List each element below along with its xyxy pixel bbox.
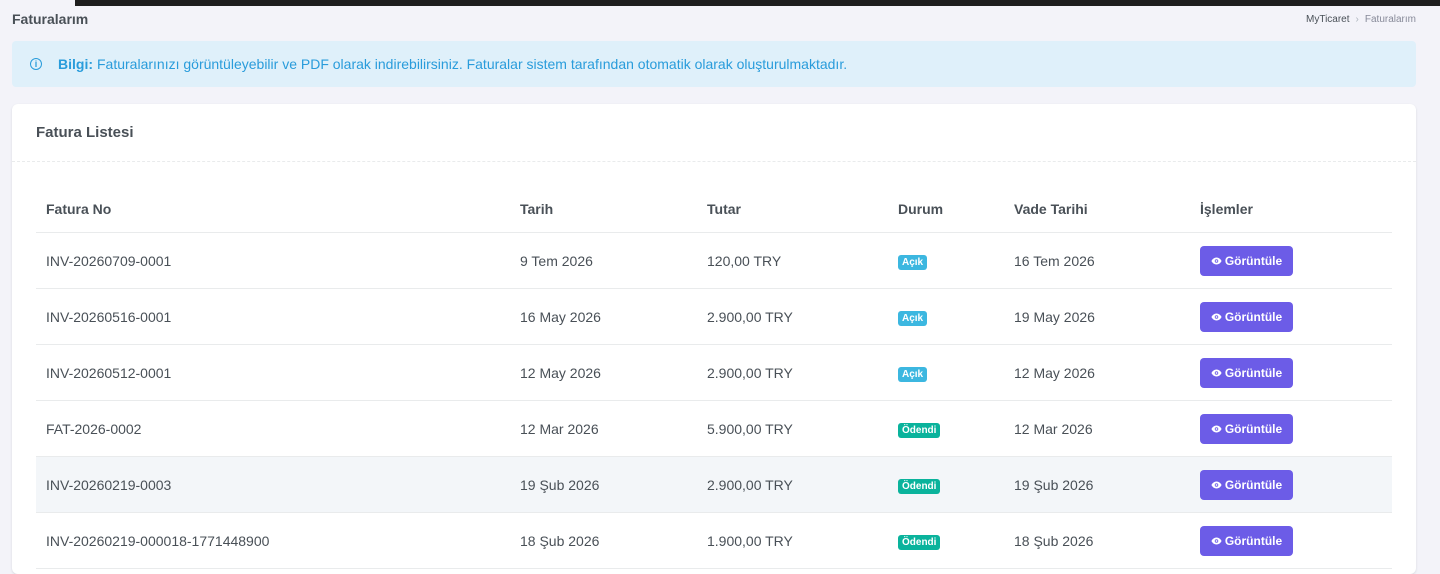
invoice-number-cell: INV-20260512-0001 — [36, 344, 510, 401]
table-row: INV-20260516-0001 16 May 2026 2.900,00 TRY… — [36, 288, 1392, 345]
view-invoice-button[interactable]: Görüntüle — [1200, 245, 1293, 276]
view-invoice-button[interactable]: Görüntüle — [1200, 413, 1293, 444]
eye-icon — [1211, 313, 1222, 320]
table-row: INV-20260512-0001 12 May 2026 2.900,00 TRY… — [36, 344, 1392, 401]
alert-text: Faturalarınızı görüntüleyebilir ve PDF o… — [97, 56, 848, 72]
view-invoice-button[interactable]: Görüntüle — [1200, 469, 1293, 500]
invoice-status-cell: Ödendi — [888, 456, 1004, 513]
invoice-amount-cell: 2.900,00 TRY — [697, 344, 888, 401]
invoice-status-cell: Açık — [888, 232, 1004, 289]
invoice-actions-cell: Görüntüle — [1190, 232, 1392, 289]
invoice-status-cell: Açık — [888, 344, 1004, 401]
eye-icon — [1211, 481, 1222, 488]
invoice-due-date-cell: 12 Mar 2026 — [1004, 400, 1190, 457]
invoice-table-wrapper: Fatura No Tarih Tutar Durum Vade Tarihi … — [36, 186, 1392, 569]
invoice-date-cell: 12 Mar 2026 — [510, 400, 697, 457]
breadcrumb-current: Faturalarım — [1364, 13, 1416, 25]
invoice-actions-cell: Görüntüle — [1190, 344, 1392, 401]
view-button-label: Görüntüle — [1224, 253, 1283, 268]
invoice-actions-cell: Görüntüle — [1190, 512, 1392, 569]
table-header-row: Fatura No Tarih Tutar Durum Vade Tarihi … — [36, 186, 1392, 233]
status-badge: Açık — [898, 366, 928, 382]
alert-strong-label: Bilgi: — [58, 56, 93, 72]
invoice-number-cell: INV-20260219-0003 — [36, 456, 510, 513]
column-header-date: Tarih — [510, 186, 697, 233]
table-row: FAT-2026-0002 12 Mar 2026 5.900,00 TRY Öden… — [36, 400, 1392, 457]
invoice-due-date-cell: 16 Tem 2026 — [1004, 232, 1190, 289]
view-button-label: Görüntüle — [1224, 533, 1283, 548]
page-header: Faturalarım MyTicaret › Faturalarım — [12, 8, 1416, 30]
invoice-date-cell: 18 Şub 2026 — [510, 512, 697, 569]
card-title: Fatura Listesi — [12, 104, 1416, 162]
column-header-actions: İşlemler — [1190, 186, 1392, 233]
invoice-due-date-cell: 19 May 2026 — [1004, 288, 1190, 345]
invoice-due-date-cell: 19 Şub 2026 — [1004, 456, 1190, 513]
invoice-date-cell: 12 May 2026 — [510, 344, 697, 401]
view-button-label: Görüntüle — [1224, 477, 1283, 492]
invoice-date-cell: 19 Şub 2026 — [510, 456, 697, 513]
table-row: INV-20260219-000018-1771448900 18 Şub 202… — [36, 512, 1392, 569]
breadcrumb-home-link[interactable]: MyTicaret — [1306, 14, 1350, 25]
status-badge: Ödendi — [898, 478, 941, 494]
invoice-date-cell: 9 Tem 2026 — [510, 232, 697, 289]
invoice-amount-cell: 120,00 TRY — [697, 232, 888, 289]
column-header-invoice-no: Fatura No — [36, 186, 510, 233]
topbar-strip — [75, 0, 1440, 6]
invoice-number-cell: INV-20260709-0001 — [36, 232, 510, 289]
invoice-amount-cell: 2.900,00 TRY — [697, 456, 888, 513]
breadcrumb: MyTicaret › Faturalarım — [1306, 14, 1416, 25]
column-header-amount: Tutar — [697, 186, 888, 233]
invoice-card: Fatura Listesi Fatura No Tarih Tutar Dur… — [12, 104, 1416, 574]
page-title: Faturalarım — [12, 11, 89, 27]
eye-icon — [1211, 257, 1222, 264]
table-row: INV-20260709-0001 9 Tem 2026 120,00 TRY Açı… — [36, 232, 1392, 289]
column-header-due-date: Vade Tarihi — [1004, 186, 1190, 233]
invoice-amount-cell: 1.900,00 TRY — [697, 512, 888, 569]
invoice-table: Fatura No Tarih Tutar Durum Vade Tarihi … — [36, 186, 1392, 569]
invoice-number-cell: FAT-2026-0002 — [36, 400, 510, 457]
info-alert: i Bilgi: Faturalarınızı görüntüleyebilir… — [12, 41, 1416, 87]
invoice-number-cell: INV-20260219-000018-1771448900 — [36, 512, 510, 569]
invoice-amount-cell: 2.900,00 TRY — [697, 288, 888, 345]
status-badge: Açık — [898, 254, 928, 270]
invoice-rows: INV-20260709-0001 9 Tem 2026 120,00 TRY Açı… — [36, 232, 1392, 569]
invoice-amount-cell: 5.900,00 TRY — [697, 400, 888, 457]
invoice-status-cell: Ödendi — [888, 400, 1004, 457]
invoice-due-date-cell: 12 May 2026 — [1004, 344, 1190, 401]
status-badge: Açık — [898, 310, 928, 326]
invoice-date-cell: 16 May 2026 — [510, 288, 697, 345]
status-badge: Ödendi — [898, 422, 941, 438]
column-header-status: Durum — [888, 186, 1004, 233]
invoice-due-date-cell: 18 Şub 2026 — [1004, 512, 1190, 569]
table-row: INV-20260219-0003 19 Şub 2026 2.900,00 TRY… — [36, 456, 1392, 513]
info-icon: i — [30, 58, 42, 70]
view-invoice-button[interactable]: Görüntüle — [1200, 301, 1293, 332]
view-button-label: Görüntüle — [1224, 365, 1283, 380]
invoice-number-cell: INV-20260516-0001 — [36, 288, 510, 345]
breadcrumb-separator: › — [1355, 13, 1359, 25]
view-button-label: Görüntüle — [1224, 421, 1283, 436]
eye-icon — [1211, 369, 1222, 376]
status-badge: Ödendi — [898, 534, 941, 550]
eye-icon — [1211, 537, 1222, 544]
view-invoice-button[interactable]: Görüntüle — [1200, 357, 1293, 388]
invoice-actions-cell: Görüntüle — [1190, 288, 1392, 345]
invoice-actions-cell: Görüntüle — [1190, 456, 1392, 513]
view-invoice-button[interactable]: Görüntüle — [1200, 525, 1293, 556]
invoice-status-cell: Ödendi — [888, 512, 1004, 569]
eye-icon — [1211, 425, 1222, 432]
view-button-label: Görüntüle — [1224, 309, 1283, 324]
invoice-status-cell: Açık — [888, 288, 1004, 345]
invoice-actions-cell: Görüntüle — [1190, 400, 1392, 457]
